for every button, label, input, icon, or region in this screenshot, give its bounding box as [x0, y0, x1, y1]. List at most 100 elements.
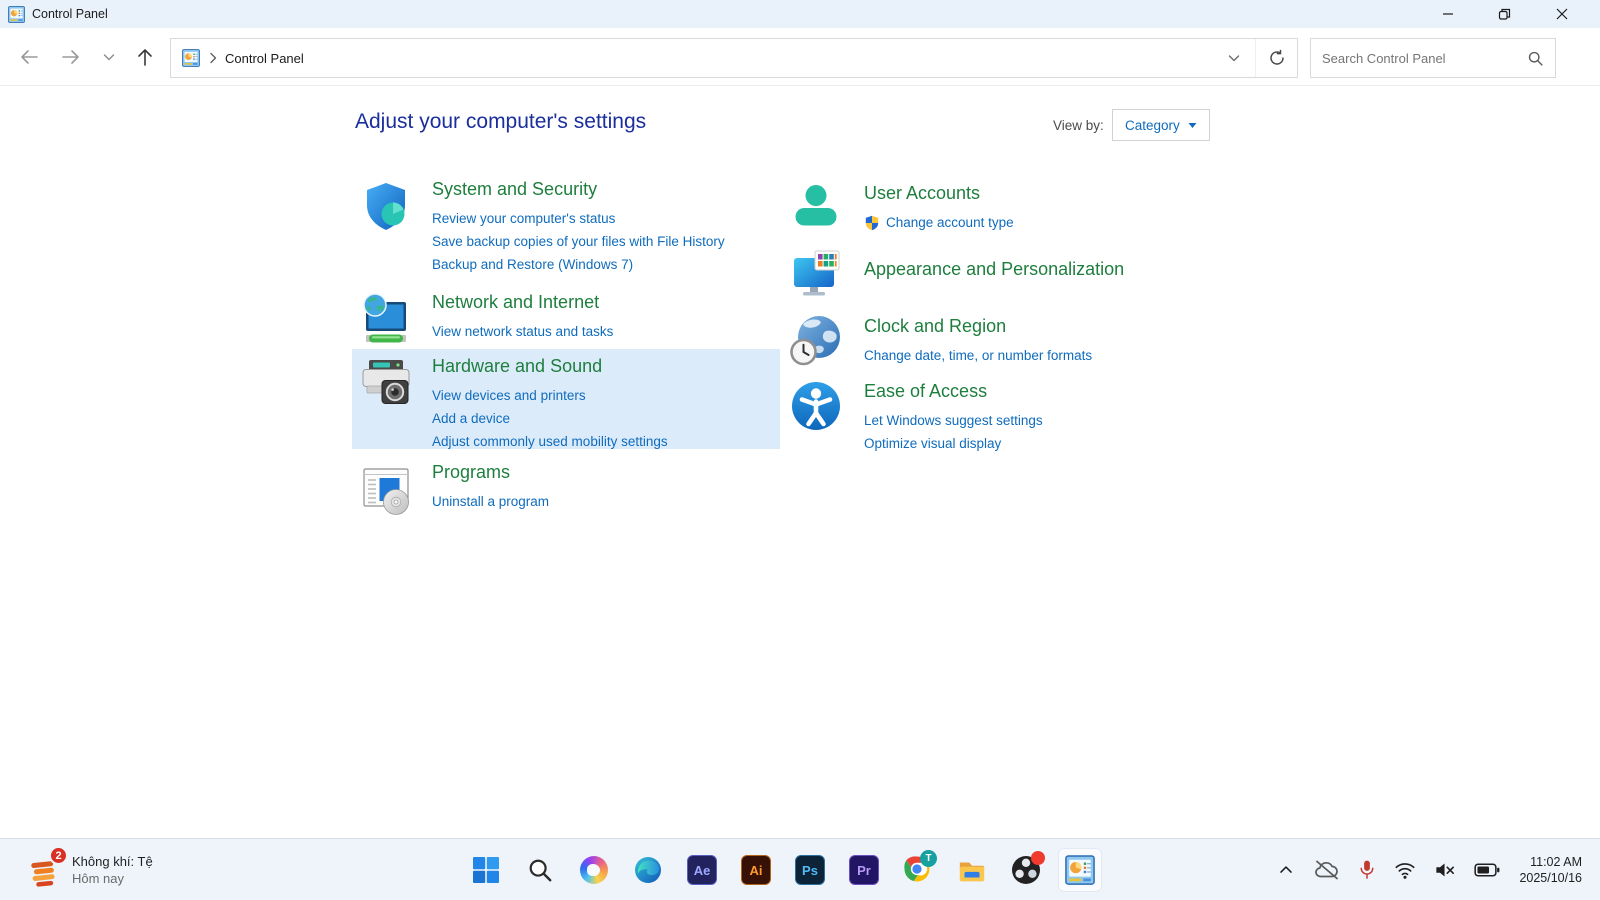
link-change-account-type[interactable]: Change account type	[864, 214, 1014, 232]
dropdown-caret-icon	[1188, 122, 1197, 129]
weather-line1: Không khí: Tệ	[72, 853, 153, 870]
control-panel-taskbar-button[interactable]	[1058, 848, 1102, 892]
control-panel-icon	[182, 49, 200, 67]
file-explorer-icon	[957, 855, 987, 885]
restore-icon	[1498, 8, 1511, 21]
copilot-button[interactable]	[578, 848, 610, 892]
refresh-button[interactable]	[1255, 39, 1297, 77]
control-panel-icon	[1065, 855, 1095, 885]
programs-window-disc-icon[interactable]	[358, 461, 414, 517]
globe-clock-icon[interactable]	[790, 315, 842, 367]
screen: Control Panel	[0, 0, 1600, 900]
search-icon[interactable]	[1527, 50, 1544, 67]
taskbar-apps: Ae Ai Ps Pr	[470, 848, 1096, 892]
forward-button[interactable]	[54, 41, 88, 73]
wifi-icon	[1394, 860, 1416, 880]
battery-button[interactable]	[1465, 850, 1509, 890]
category-title[interactable]: Clock and Region	[864, 315, 1092, 337]
illustrator-button[interactable]: Ai	[740, 848, 772, 892]
minimize-icon	[1442, 8, 1454, 20]
link-optimize-visual-display[interactable]: Optimize visual display	[864, 435, 1043, 453]
breadcrumb-control-panel[interactable]: Control Panel	[225, 51, 304, 66]
ease-of-access-icon[interactable]	[790, 380, 842, 432]
chrome-button[interactable]: T	[902, 848, 934, 892]
ps-label: Ps	[802, 863, 818, 878]
link-backup-restore-win7[interactable]: Backup and Restore (Windows 7)	[432, 256, 725, 274]
window-title: Control Panel	[32, 7, 108, 21]
category-title[interactable]: System and Security	[432, 178, 725, 200]
category-network-and-internet: Network and Internet View network status…	[352, 283, 780, 347]
category-clock-and-region: Clock and Region Change date, time, or n…	[786, 307, 1216, 367]
link-file-history-backup[interactable]: Save backup copies of your files with Fi…	[432, 233, 725, 251]
link-view-network-status[interactable]: View network status and tasks	[432, 323, 613, 341]
category-title[interactable]: Programs	[432, 461, 549, 483]
obs-button[interactable]	[1010, 848, 1042, 892]
link-uninstall-a-program[interactable]: Uninstall a program	[432, 493, 549, 511]
user-silhouette-icon[interactable]	[790, 182, 842, 234]
after-effects-button[interactable]: Ae	[686, 848, 718, 892]
weather-widget[interactable]: 2 Không khí: Tệ Hôm nay	[20, 846, 161, 894]
view-by-value: Category	[1125, 118, 1180, 133]
titlebar: Control Panel	[0, 0, 1600, 28]
premiere-button[interactable]: Pr	[848, 848, 880, 892]
category-title[interactable]: User Accounts	[864, 182, 1014, 204]
link-windows-suggest-settings[interactable]: Let Windows suggest settings	[864, 412, 1043, 430]
tray-date: 2025/10/16	[1519, 870, 1582, 886]
recent-locations-icon	[102, 50, 116, 64]
category-title[interactable]: Appearance and Personalization	[864, 258, 1124, 280]
link-review-computer-status[interactable]: Review your computer's status	[432, 210, 725, 228]
back-icon	[17, 45, 41, 69]
restore-button[interactable]	[1476, 0, 1533, 28]
link-view-devices-printers[interactable]: View devices and printers	[432, 387, 668, 405]
ai-label: Ai	[750, 863, 763, 878]
minimize-button[interactable]	[1419, 0, 1476, 28]
obs-recording-badge	[1031, 851, 1045, 865]
volume-button[interactable]	[1425, 850, 1465, 890]
start-button[interactable]	[470, 848, 502, 892]
network-monitor-globe-icon[interactable]	[358, 291, 414, 347]
up-button[interactable]	[128, 41, 162, 73]
taskbar-search-icon	[527, 857, 553, 883]
photoshop-icon: Ps	[795, 855, 825, 885]
recent-locations-button[interactable]	[92, 41, 126, 73]
printer-camera-icon[interactable]	[358, 355, 414, 411]
address-dropdown-button[interactable]	[1213, 39, 1255, 77]
category-hardware-and-sound[interactable]: Hardware and Sound View devices and prin…	[352, 349, 780, 449]
illustrator-icon: Ai	[741, 855, 771, 885]
forward-icon	[59, 45, 83, 69]
address-bar[interactable]: Control Panel	[170, 38, 1298, 78]
security-shield-icon[interactable]	[358, 178, 414, 234]
photoshop-button[interactable]: Ps	[794, 848, 826, 892]
onedrive-button[interactable]	[1305, 850, 1349, 890]
link-change-date-time-formats[interactable]: Change date, time, or number formats	[864, 347, 1092, 365]
tray-chevron-up-icon	[1276, 860, 1296, 880]
file-explorer-button[interactable]	[956, 848, 988, 892]
back-button[interactable]	[12, 41, 46, 73]
link-label: Change account type	[886, 214, 1014, 232]
after-effects-icon: Ae	[687, 855, 717, 885]
link-adjust-mobility-settings[interactable]: Adjust commonly used mobility settings	[432, 433, 668, 451]
view-by-dropdown[interactable]: Category	[1112, 109, 1210, 141]
monitor-palette-icon[interactable]	[790, 248, 842, 300]
category-title[interactable]: Ease of Access	[864, 380, 1043, 402]
edge-button[interactable]	[632, 848, 664, 892]
category-system-and-security: System and Security Review your computer…	[352, 170, 780, 274]
search-box	[1310, 38, 1556, 78]
category-programs: Programs Uninstall a program	[352, 453, 780, 517]
category-title[interactable]: Network and Internet	[432, 291, 613, 313]
premiere-icon: Pr	[849, 855, 879, 885]
chrome-profile-badge: T	[920, 850, 937, 867]
microphone-button[interactable]	[1349, 850, 1385, 890]
category-title[interactable]: Hardware and Sound	[432, 355, 668, 377]
link-add-a-device[interactable]: Add a device	[432, 410, 668, 428]
close-button[interactable]	[1533, 0, 1590, 28]
search-input[interactable]	[1322, 51, 1527, 66]
view-by-label: View by:	[1053, 118, 1104, 133]
window-controls	[1419, 0, 1590, 28]
tray-clock[interactable]: 11:02 AM 2025/10/16	[1519, 854, 1582, 886]
wifi-button[interactable]	[1385, 850, 1425, 890]
hidden-icons-button[interactable]	[1267, 850, 1305, 890]
system-tray: 11:02 AM 2025/10/16	[1267, 839, 1600, 900]
refresh-icon	[1268, 49, 1286, 67]
taskbar-search-button[interactable]	[524, 848, 556, 892]
